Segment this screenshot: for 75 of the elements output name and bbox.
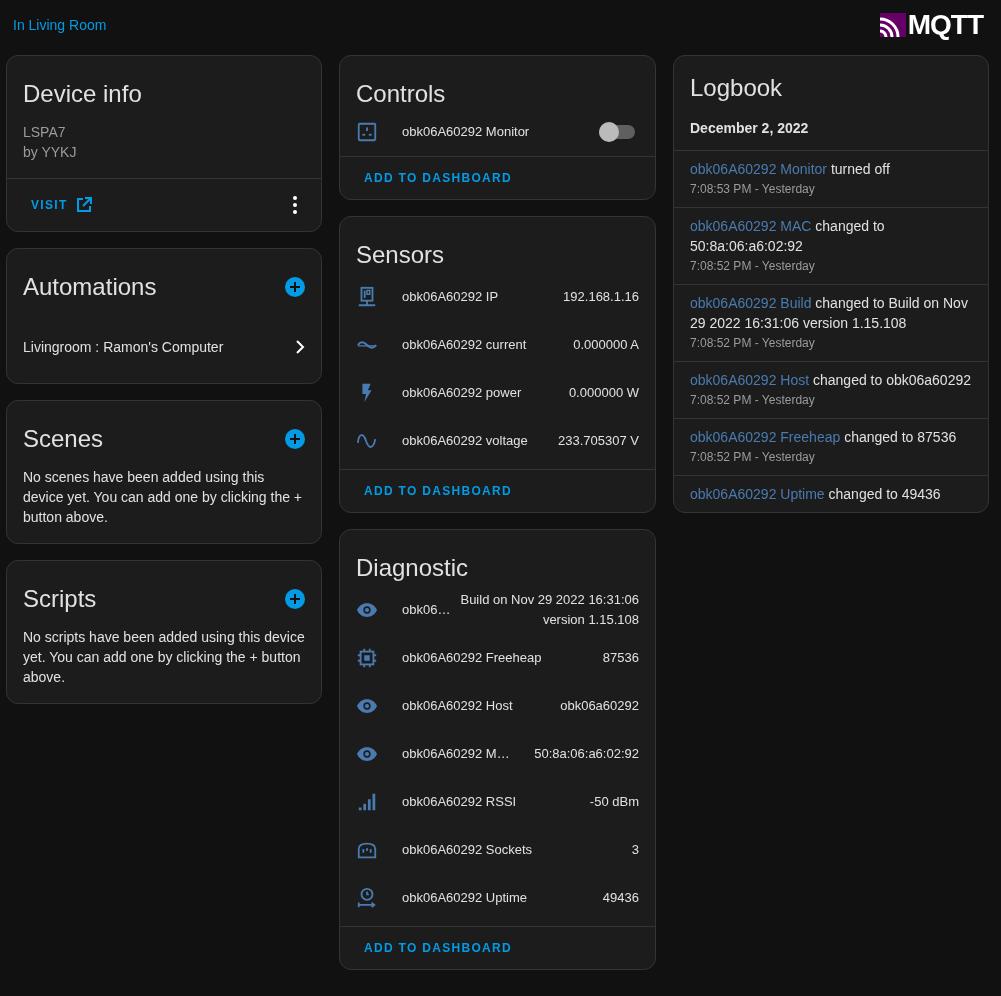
entity-value: 87536 [602, 649, 639, 667]
add-button[interactable] [285, 429, 305, 449]
add-button[interactable] [285, 589, 305, 609]
logbook-message: obk06A60292 Freeheap changed to 87536 [690, 428, 958, 447]
entity-value: 0.000000 W [568, 384, 639, 402]
toggle-switch[interactable] [599, 125, 635, 139]
add-button[interactable] [285, 277, 305, 297]
entity-name[interactable]: obk06A60292 Uptime [402, 888, 528, 908]
visit-button[interactable]: VISIT [23, 192, 100, 218]
entity-link[interactable]: obk06A60292 Freeheap [690, 429, 841, 445]
entity-name[interactable]: obk06A60292 M… [402, 744, 510, 764]
logbook-time: 7:08:52 PM - Yesterday [690, 335, 816, 352]
entity-value: 50:8a:06:a6:02:92 [534, 745, 639, 763]
entity-link[interactable]: obk06A60292 Monitor [690, 161, 827, 177]
logbook-date: December 2, 2022 [690, 120, 809, 136]
card-title: Sensors [356, 240, 445, 270]
entity-name[interactable]: obk06A60292 Sockets [402, 840, 533, 860]
plus-icon [289, 281, 301, 293]
logbook-time: 7:08:52 PM - Yesterday [690, 449, 816, 466]
entity-value: 192.168.1.16 [563, 288, 639, 306]
card-title: Controls [356, 79, 446, 109]
card-title: Logbook [690, 74, 783, 101]
logbook-message: obk06A60292 Monitor turned off [690, 160, 891, 179]
clock-arrow-icon [356, 887, 378, 909]
entity-name[interactable]: obk06A60292 Host [402, 696, 513, 716]
entity-link[interactable]: obk06A60292 Uptime [690, 486, 825, 502]
entity-value: 49436 [602, 889, 639, 907]
ip-network-icon [356, 286, 378, 308]
logbook-time: 7:08:52 PM - Yesterday [690, 392, 816, 409]
entity-name[interactable]: obk06A60292 Freeheap [402, 648, 542, 668]
card-title: Automations [23, 272, 157, 302]
empty-message: No scenes have been added using this device yet. You can add one by clicking the + button above. [22, 468, 304, 527]
entity-name[interactable]: obk06… [402, 600, 451, 620]
add-to-dashboard-button[interactable]: ADD TO DASHBOARD [356, 935, 520, 961]
entity-name[interactable]: obk06A60292 Monitor [402, 122, 530, 142]
logbook-message: obk06A60292 Uptime changed to 49436 [690, 485, 942, 504]
card-title: Scripts [23, 584, 97, 614]
entity-name[interactable]: obk06A60292 voltage [402, 431, 528, 451]
entity-value: Build on Nov 29 2022 16:31:06 version 1.15.108 [459, 591, 639, 629]
entity-name[interactable]: obk06A60292 IP [402, 287, 499, 307]
chip-icon [356, 647, 378, 669]
add-to-dashboard-button[interactable]: ADD TO DASHBOARD [356, 478, 520, 504]
area-link[interactable]: In Living Room [13, 14, 107, 36]
device-model: LSPA7 [23, 123, 67, 142]
plus-icon [289, 593, 301, 605]
entity-link[interactable]: obk06A60292 Host [690, 372, 810, 388]
entity-link[interactable]: obk06A60292 Build [690, 295, 812, 311]
socket-icon [356, 121, 378, 143]
signal-bars-icon [356, 791, 378, 813]
logbook-message: obk06A60292 Host changed to obk06a60292 [690, 371, 972, 390]
automation-item[interactable]: Livingroom : Ramon's Computer [7, 323, 321, 371]
entity-name[interactable]: obk06A60292 current [402, 335, 527, 355]
logbook-time: 7:08:52 PM - Yesterday [690, 258, 816, 275]
logbook-time: 7:08:53 PM - Yesterday [690, 181, 816, 198]
logbook-message: obk06A60292 MAC changed to 50:8a:06:a6:02:92 [690, 217, 886, 256]
entity-value: 233.705307 V [558, 432, 639, 450]
card-title: Scenes [23, 424, 104, 454]
entity-value: obk06a60292 [560, 697, 639, 715]
external-link-icon [75, 197, 92, 213]
chevron-right-icon [295, 340, 305, 354]
empty-message: No scripts have been added using this device yet. You can add one by clicking the + button above. [22, 628, 306, 687]
device-manufacturer: by YYKJ [23, 143, 78, 162]
entity-name[interactable]: obk06A60292 power [402, 383, 522, 403]
entity-name[interactable]: obk06A60292 RSSI [402, 792, 517, 812]
entity-value: 0.000000 A [573, 336, 639, 354]
add-to-dashboard-button[interactable]: ADD TO DASHBOARD [356, 165, 520, 191]
entity-value: 3 [631, 841, 639, 859]
logo-text: MQTT [907, 11, 983, 39]
signal-waves-icon [879, 13, 906, 37]
logbook-message: obk06A60292 Build changed to Build on Nov 29 2022 16:31:06 version 1.15.108 [690, 294, 969, 333]
entity-value: -50 dBm [589, 793, 639, 811]
card-title: Diagnostic [356, 553, 469, 583]
card-title: Device info [23, 79, 142, 109]
entity-link[interactable]: obk06A60292 MAC [690, 218, 812, 234]
plus-icon [289, 433, 301, 445]
